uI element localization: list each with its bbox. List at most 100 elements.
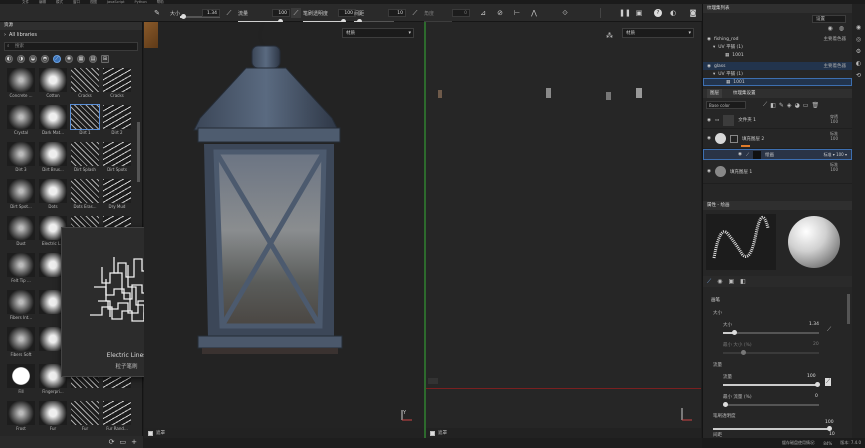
eye-icon[interactable]: ◉ bbox=[738, 152, 742, 157]
screenshot-icon[interactable]: ◙ bbox=[688, 8, 698, 18]
min-flow-value[interactable]: 0 bbox=[815, 394, 818, 399]
tab-brush-icon[interactable]: ⟋ bbox=[707, 278, 711, 286]
brush-item[interactable]: Fur Rand... bbox=[102, 401, 132, 433]
filter-materials-icon[interactable]: ◑ bbox=[17, 55, 25, 63]
library-selector[interactable]: › All libraries bbox=[0, 30, 142, 40]
toolbar-size-value[interactable]: 1.34 bbox=[202, 8, 220, 18]
symmetry-icon[interactable]: ⊿ bbox=[478, 8, 488, 18]
tab-layers[interactable]: 图层 bbox=[707, 89, 722, 98]
filter-all-icon[interactable]: ◐ bbox=[5, 55, 13, 63]
filter-particles-icon[interactable]: ✺ bbox=[65, 55, 73, 63]
history-icon[interactable]: ⟲ bbox=[856, 72, 861, 79]
size-value[interactable]: 1.34 bbox=[809, 322, 819, 327]
delete-layer-icon[interactable]: 🗑 bbox=[811, 102, 819, 109]
layer-row[interactable]: ◉ 填充图层 1 标准 100 bbox=[703, 160, 852, 184]
refresh-icon[interactable]: ⟳ bbox=[109, 438, 115, 446]
brush-item[interactable]: Fill bbox=[6, 364, 36, 396]
brush-tool-icon[interactable]: ✎ bbox=[152, 8, 162, 18]
toolbar-spacing-value[interactable]: 10 bbox=[388, 8, 406, 18]
brush-item[interactable]: Dark Mat... bbox=[38, 105, 68, 137]
add-folder-icon[interactable]: ▭ bbox=[803, 102, 809, 109]
brush-item[interactable]: Dirt Brus... bbox=[38, 142, 68, 174]
add-icon[interactable]: + bbox=[131, 438, 137, 446]
viewport-2d-mode-select[interactable]: 材质 bbox=[622, 28, 694, 38]
paint-layer-row-selected[interactable]: ◉ ⟋ 绘画 标准 ▾ 100 ▾ bbox=[703, 149, 852, 160]
render-icon[interactable]: ▣ bbox=[634, 8, 644, 18]
size-slider[interactable] bbox=[723, 330, 819, 335]
pressure-icon[interactable]: ⟋ bbox=[827, 326, 831, 334]
mirror-icon[interactable]: ⊢ bbox=[512, 8, 522, 18]
viewport-2d[interactable]: ⁂ 材质 遮罩 bbox=[426, 22, 701, 438]
filter-environments-icon[interactable]: ▤ bbox=[89, 55, 97, 63]
layers-icon[interactable]: ◎ bbox=[856, 36, 861, 43]
uv-grid-icon[interactable]: ⁂ bbox=[606, 32, 613, 40]
texture-set-row-selected[interactable]: ◉ glass 主要着色器 bbox=[703, 62, 852, 70]
filter-masks-icon[interactable]: ◓ bbox=[41, 55, 49, 63]
tab-texture-set-settings[interactable]: 纹理集设置 bbox=[730, 89, 759, 98]
brush-item[interactable]: Fur bbox=[70, 401, 100, 433]
pen-pressure-icon[interactable]: ⟋ bbox=[224, 8, 234, 18]
brush-item[interactable]: Fibers Soft bbox=[6, 327, 36, 359]
tab-stencil-icon[interactable]: ▣ bbox=[728, 278, 734, 285]
uv-tile-group[interactable]: ▾ UV 平铺 (1) bbox=[703, 43, 852, 51]
flow-pressure-icon[interactable]: ⟋ bbox=[825, 378, 832, 386]
eye-icon[interactable]: ◉ bbox=[707, 136, 711, 141]
brush-item[interactable]: Cotton bbox=[38, 68, 68, 100]
filter-brushes-icon[interactable]: ⟋ bbox=[53, 55, 61, 63]
brush-item[interactable]: Fibers Int... bbox=[6, 290, 36, 322]
texture-set-row[interactable]: ◉ fishing_rod 主要着色器 bbox=[703, 35, 852, 43]
shader-icon[interactable]: ◐ bbox=[856, 60, 861, 67]
eye-icon[interactable]: ◉ bbox=[707, 169, 711, 174]
toolbar-angle-value[interactable]: 0 bbox=[452, 8, 470, 18]
add-paint-layer-icon[interactable]: ✎ bbox=[779, 102, 784, 109]
add-effect-icon[interactable]: ⟋ bbox=[763, 101, 767, 109]
mask-checkbox-2d[interactable] bbox=[430, 430, 435, 436]
brush-item[interactable]: Dirt 3 bbox=[6, 142, 36, 174]
eye-icon[interactable]: ◉ bbox=[707, 64, 711, 69]
brush-item[interactable]: Dots Eras... bbox=[70, 179, 100, 211]
add-mask-icon[interactable]: ◧ bbox=[770, 102, 776, 109]
pause-icon[interactable]: ❚❚ bbox=[619, 8, 631, 18]
min-size-value[interactable]: 20 bbox=[813, 342, 819, 347]
uv-tile-group[interactable]: ▾ UV 平铺 (1) bbox=[703, 70, 852, 78]
brush-item[interactable]: Dirt 1 bbox=[70, 104, 100, 137]
uv-tile-row[interactable]: ▦ 1001 bbox=[703, 51, 852, 59]
lazy-mouse-icon[interactable]: ⟋ bbox=[410, 8, 420, 18]
channel-select[interactable]: Base color bbox=[706, 101, 746, 109]
brush-item[interactable]: Crystal bbox=[6, 105, 36, 137]
min-flow-slider[interactable] bbox=[723, 402, 819, 407]
brush-item[interactable]: Dry Mud bbox=[102, 179, 132, 211]
flow-value[interactable]: 100 bbox=[807, 374, 816, 379]
help-icon[interactable]: ? bbox=[654, 8, 662, 18]
visibility-icon[interactable]: ◉ bbox=[828, 25, 833, 35]
add-fill-layer-icon[interactable]: ◈ bbox=[787, 102, 792, 109]
filter-smart-icon[interactable]: ◒ bbox=[29, 55, 37, 63]
folder-icon[interactable]: ▭ bbox=[120, 438, 127, 446]
layer-row[interactable]: ◉ ▭ 文件夹 1 穿透 100 bbox=[703, 112, 852, 129]
mask-checkbox-3d[interactable] bbox=[148, 430, 153, 436]
texture-set-list-icon[interactable]: ◉ bbox=[856, 24, 861, 31]
shelf-scrollbar[interactable] bbox=[137, 122, 140, 182]
brush-opacity-value[interactable]: 100 bbox=[825, 420, 834, 425]
brush-item[interactable]: Dust bbox=[6, 216, 36, 248]
brush-item[interactable]: Felt Tip ... bbox=[6, 253, 36, 285]
flow-pressure-icon[interactable]: ⟋ bbox=[291, 8, 301, 18]
brush-item[interactable]: Cracks bbox=[70, 68, 100, 100]
shelf-search-input[interactable]: ⌕ 搜索 bbox=[4, 42, 138, 51]
brush-opacity-slider[interactable] bbox=[713, 426, 832, 431]
layer-row[interactable]: ◉ 填充图层 2 标准 100 bbox=[703, 129, 852, 149]
eye-icon[interactable]: ◉ bbox=[707, 118, 711, 123]
brush-item[interactable]: Dirt Spot... bbox=[6, 179, 36, 211]
material-icon[interactable]: ◍ bbox=[839, 25, 844, 35]
stencil-icon[interactable]: ⊘ bbox=[495, 8, 505, 18]
flow-slider[interactable] bbox=[723, 382, 820, 387]
filter-textures-icon[interactable]: ▦ bbox=[77, 55, 85, 63]
viewport-3d[interactable]: 材质 Y 遮罩 bbox=[144, 22, 424, 438]
properties-scrollbar[interactable] bbox=[847, 294, 850, 324]
brush-item[interactable]: Dots bbox=[38, 179, 68, 211]
texture-set-mode-select[interactable]: 设置 bbox=[812, 15, 846, 23]
camera-icon[interactable]: ⟐ bbox=[560, 8, 570, 18]
spacing-value[interactable]: 10 bbox=[829, 432, 835, 437]
uv-tile-row[interactable]: ▦ 1001 bbox=[703, 78, 852, 86]
brush-item[interactable]: Dirt 2 bbox=[102, 105, 132, 137]
